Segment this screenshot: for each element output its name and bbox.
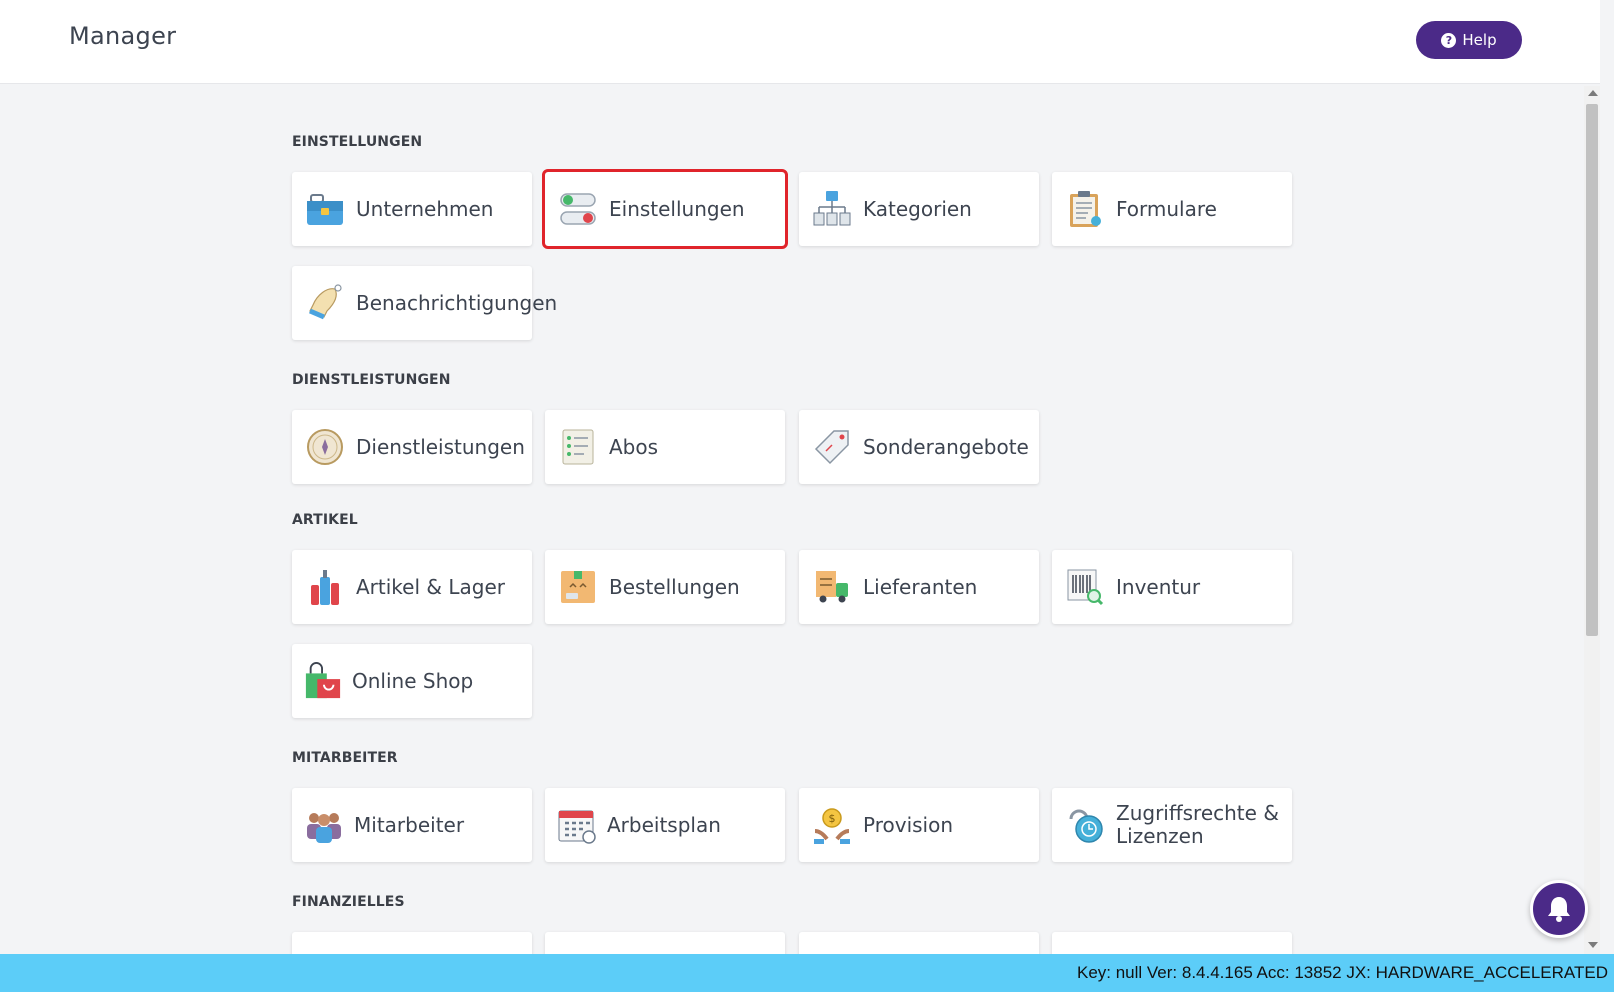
tile-partial[interactable] [545, 932, 785, 954]
checklist-icon [557, 426, 599, 468]
top-bar: Manager ? Help [0, 0, 1600, 84]
hierarchy-icon [811, 188, 853, 230]
notifications-button[interactable] [1530, 880, 1588, 938]
main-content: EINSTELLUNGEN Unternehmen Einstellungen … [0, 84, 1584, 954]
tile-inventur[interactable]: Inventur [1052, 550, 1292, 624]
tile-label: Zugriffsrechte & Lizenzen [1116, 801, 1279, 848]
question-icon: ? [1441, 32, 1457, 48]
lock-icon [1064, 804, 1106, 846]
package-icon [557, 566, 599, 608]
price-tag-icon [811, 426, 853, 468]
clipboard-icon [1064, 188, 1106, 230]
barcode-search-icon [1064, 566, 1106, 608]
status-bar: Key: null Ver: 8.4.4.165 Acc: 13852 JX: … [0, 954, 1614, 992]
help-label: Help [1462, 31, 1497, 49]
tile-online-shop[interactable]: Online Shop [292, 644, 532, 718]
toggle-switches-icon [557, 188, 599, 230]
tile-benachrichtigungen[interactable]: Benachrichtigungen [292, 266, 558, 340]
tile-label: Inventur [1116, 574, 1201, 599]
tile-label: Dienstleistungen [356, 434, 525, 459]
tile-label: Lieferanten [863, 574, 978, 599]
bottles-icon [304, 566, 346, 608]
svg-text:$: $ [829, 812, 836, 825]
tile-unternehmen[interactable]: Unternehmen [292, 172, 532, 246]
shopping-bags-icon [304, 660, 342, 702]
compass-icon [304, 426, 346, 468]
tile-mitarbeiter[interactable]: Mitarbeiter [292, 788, 532, 862]
page-title: Manager [69, 22, 177, 50]
tile-provision[interactable]: $ Provision [799, 788, 1039, 862]
section-title-finanzielles: FINANZIELLES [292, 894, 405, 910]
section-title-mitarbeiter: MITARBEITER [292, 750, 398, 766]
tile-label: Arbeitsplan [607, 812, 721, 837]
tile-zugriffsrechte-lizenzen[interactable]: Zugriffsrechte & Lizenzen [1052, 788, 1292, 862]
tile-label: Benachrichtigungen [356, 290, 558, 315]
tile-formulare[interactable]: Formulare [1052, 172, 1292, 246]
scroll-thumb[interactable] [1586, 104, 1598, 636]
tile-label: Einstellungen [609, 196, 745, 221]
tile-partial[interactable] [292, 932, 532, 954]
tile-abos[interactable]: Abos [545, 410, 785, 484]
section-title-artikel: ARTIKEL [292, 512, 358, 528]
bell-icon [1548, 897, 1570, 922]
briefcase-icon [304, 188, 346, 230]
tile-label: Online Shop [352, 668, 474, 693]
section-title-einstellungen: EINSTELLUNGEN [292, 134, 423, 150]
tile-kategorien[interactable]: Kategorien [799, 172, 1039, 246]
tile-label: Mitarbeiter [354, 812, 465, 837]
tile-arbeitsplan[interactable]: Arbeitsplan [545, 788, 785, 862]
vertical-scrollbar[interactable] [1584, 86, 1600, 954]
tile-label: Artikel & Lager [356, 574, 505, 599]
help-button[interactable]: ? Help [1416, 21, 1522, 59]
tile-partial[interactable] [1052, 932, 1292, 954]
tile-label: Abos [609, 434, 659, 459]
team-icon [304, 804, 344, 846]
tile-sonderangebote[interactable]: Sonderangebote [799, 410, 1039, 484]
calendar-icon [557, 804, 597, 846]
tile-bestellungen[interactable]: Bestellungen [545, 550, 785, 624]
tile-label: Unternehmen [356, 196, 494, 221]
tile-label: Sonderangebote [863, 434, 1029, 459]
tile-lieferanten[interactable]: Lieferanten [799, 550, 1039, 624]
bell-icon [304, 282, 346, 324]
tile-artikel-lager[interactable]: Artikel & Lager [292, 550, 532, 624]
tile-einstellungen[interactable]: Einstellungen [542, 169, 788, 249]
tile-label: Kategorien [863, 196, 972, 221]
tile-label: Bestellungen [609, 574, 740, 599]
delivery-truck-icon [811, 566, 853, 608]
tile-label: Formulare [1116, 196, 1217, 221]
tile-label: Provision [863, 812, 954, 837]
tile-partial[interactable] [799, 932, 1039, 954]
coin-hands-icon: $ [811, 804, 853, 846]
scroll-down-arrow-icon[interactable] [1588, 942, 1598, 948]
tile-dienstleistungen[interactable]: Dienstleistungen [292, 410, 532, 484]
section-title-dienstleistungen: DIENSTLEISTUNGEN [292, 372, 451, 388]
status-text: Key: null Ver: 8.4.4.165 Acc: 13852 JX: … [1076, 963, 1608, 982]
scroll-up-arrow-icon[interactable] [1588, 90, 1598, 96]
